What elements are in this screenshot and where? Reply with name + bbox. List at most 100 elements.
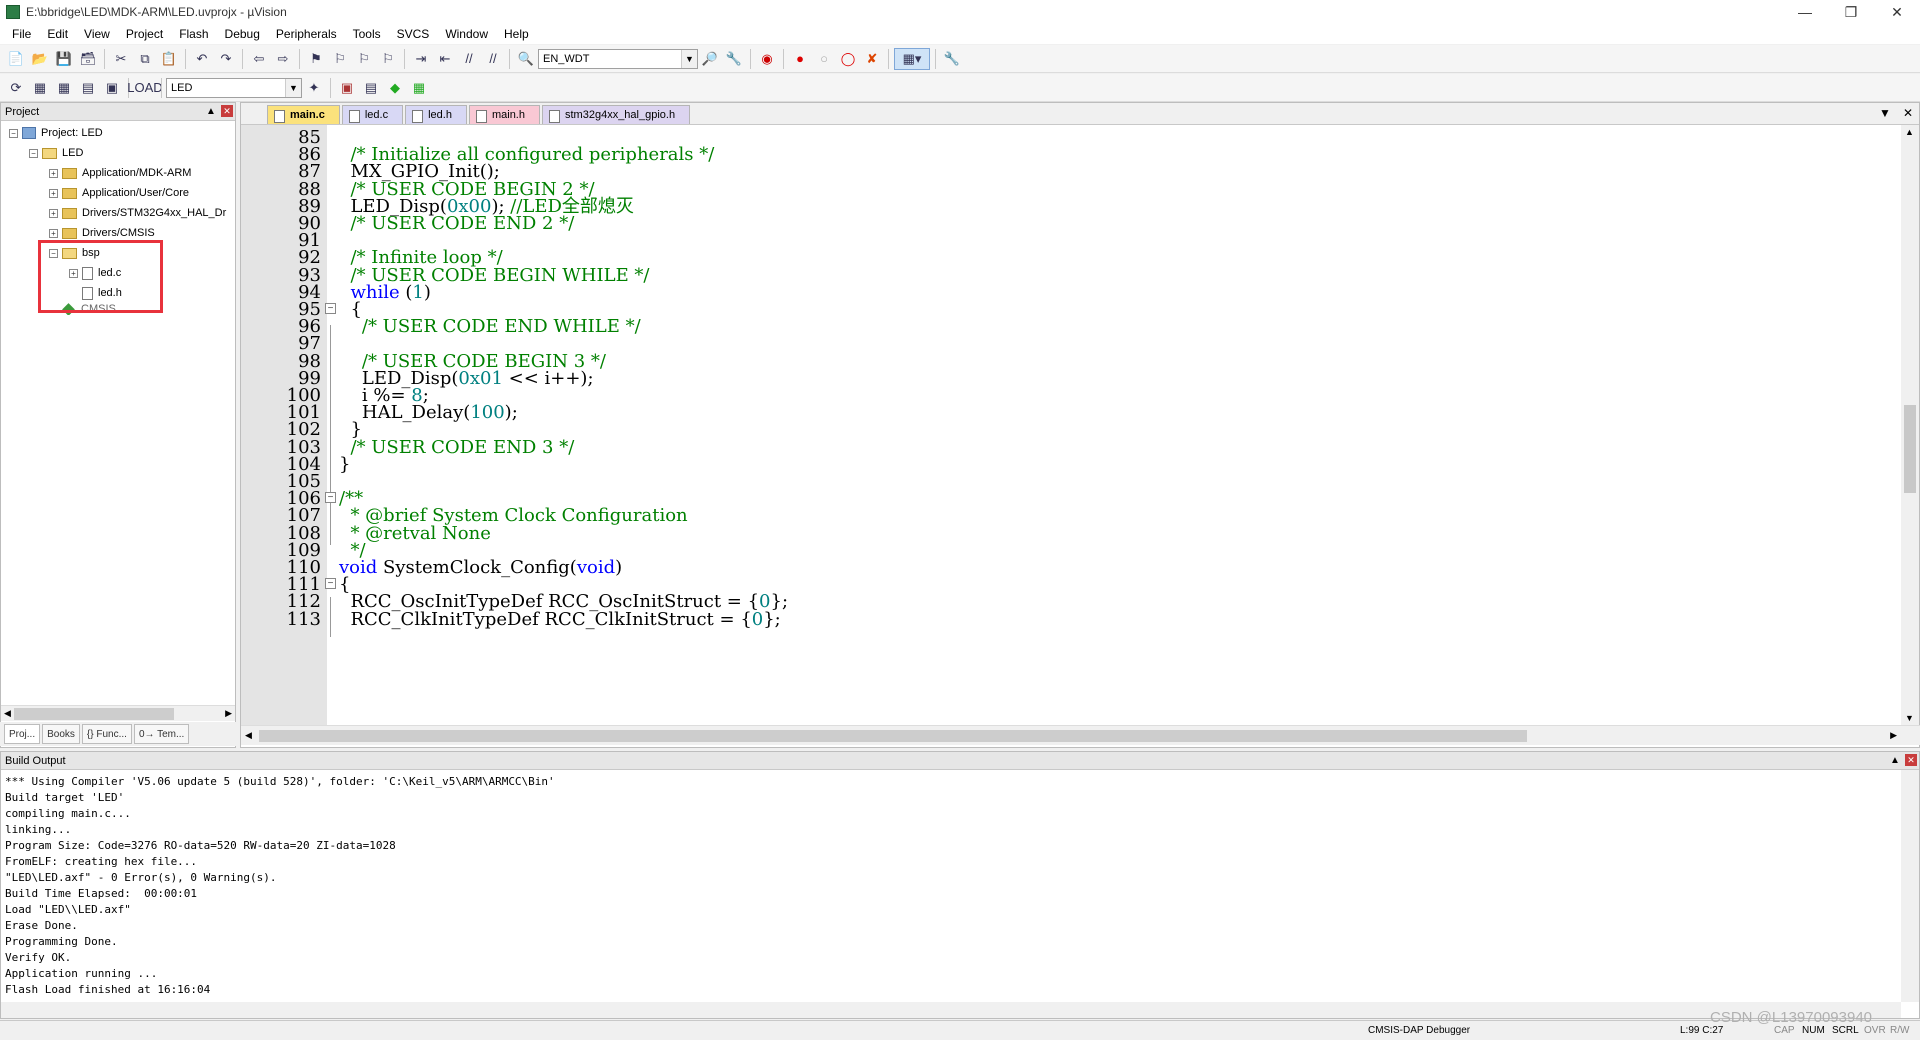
scroll-thumb[interactable] — [1904, 405, 1916, 493]
tab-functions[interactable]: {} Func... — [81, 724, 132, 744]
manage-project-items-icon[interactable]: ▣ — [336, 77, 358, 99]
editor-hscrollbar[interactable]: ◀ ▶ — [241, 725, 1920, 745]
menu-tools[interactable]: Tools — [345, 27, 389, 41]
scroll-thumb[interactable] — [13, 707, 175, 720]
indent-icon[interactable]: ⇥ — [410, 48, 432, 70]
close-panel-icon[interactable]: ✕ — [221, 105, 233, 117]
bookmark-clear-icon[interactable]: ⚐ — [377, 48, 399, 70]
bookmark-next-icon[interactable]: ⚐ — [353, 48, 375, 70]
cut-icon[interactable]: ✂ — [110, 48, 132, 70]
navigate-forward-icon[interactable]: ⇨ — [272, 48, 294, 70]
code-area[interactable]: 85 86 /* Initialize all configured periph… — [241, 125, 1901, 725]
tab-project[interactable]: Proj... — [4, 724, 41, 744]
project-hscrollbar[interactable]: ◀ ▶ — [1, 705, 235, 721]
tab-main-h[interactable]: main.h — [468, 105, 540, 124]
batch-build-icon[interactable]: ▤ — [77, 77, 99, 99]
find-in-files-icon[interactable]: 🔍 — [515, 48, 537, 70]
navigate-back-icon[interactable]: ⇦ — [248, 48, 270, 70]
build-icon[interactable]: ▦ — [29, 77, 51, 99]
rebuild-icon[interactable]: ▦ — [53, 77, 75, 99]
menu-debug[interactable]: Debug — [217, 27, 268, 41]
download-icon[interactable]: LOAD — [127, 77, 162, 99]
close-tab-icon[interactable]: ✕ — [1903, 106, 1913, 120]
editor-vscrollbar[interactable]: ▲ ▼ — [1901, 125, 1919, 725]
menu-help[interactable]: Help — [496, 27, 537, 41]
tree-node-project[interactable]: − Project: LED — [1, 123, 235, 143]
target-select[interactable]: LED ▼ — [166, 77, 302, 98]
build-output-hscrollbar[interactable] — [1, 1002, 1901, 1018]
scroll-left-icon[interactable]: ◀ — [1, 708, 14, 719]
pin-icon[interactable]: ▲ — [205, 105, 217, 117]
undo-icon[interactable]: ↶ — [191, 48, 213, 70]
collapse-icon[interactable]: − — [29, 148, 38, 158]
chevron-down-icon[interactable]: ▼ — [681, 49, 697, 68]
expand-icon[interactable]: + — [49, 168, 58, 178]
fold-toggle-icon[interactable]: − — [325, 492, 336, 504]
menu-flash[interactable]: Flash — [171, 27, 216, 41]
expand-icon[interactable]: + — [49, 228, 58, 238]
breakpoint-kill-all-icon[interactable]: ✘ — [861, 48, 883, 70]
redo-icon[interactable]: ↷ — [215, 48, 237, 70]
uncomment-icon[interactable]: // — [482, 48, 504, 70]
tree-node-group[interactable]: + Drivers/STM32G4xx_HAL_Dr — [1, 203, 235, 223]
tab-main-c[interactable]: main.c — [267, 105, 340, 124]
tree-node-group[interactable]: + Application/MDK-ARM — [1, 163, 235, 183]
minimize-button[interactable]: — — [1782, 0, 1828, 24]
tab-books[interactable]: Books — [42, 724, 80, 744]
fold-toggle-icon[interactable]: − — [325, 578, 336, 590]
target-options-icon[interactable]: ✦ — [303, 77, 325, 99]
close-panel-icon[interactable]: ✕ — [1905, 754, 1917, 766]
file-extensions-icon[interactable]: ▤ — [360, 77, 382, 99]
tab-stm32g4xx-hal-gpio-h[interactable]: stm32g4xx_hal_gpio.h — [542, 105, 691, 124]
build-output-vscrollbar[interactable] — [1901, 770, 1919, 1002]
paste-icon[interactable]: 📋 — [158, 48, 180, 70]
code-line[interactable]: 113 RCC_ClkInitTypeDef RCC_ClkInitStruct… — [241, 609, 1901, 630]
debug-session-icon[interactable]: ◉ — [756, 48, 778, 70]
unindent-icon[interactable]: ⇤ — [434, 48, 456, 70]
save-icon[interactable]: 💾 — [53, 48, 75, 70]
menu-window[interactable]: Window — [437, 27, 496, 41]
scroll-right-icon[interactable]: ▶ — [222, 708, 235, 719]
copy-icon[interactable]: ⧉ — [134, 48, 156, 70]
scroll-right-icon[interactable]: ▶ — [1890, 730, 1897, 741]
fold-toggle-icon[interactable]: − — [325, 303, 336, 314]
tab-list-icon[interactable]: ▼ — [1879, 106, 1891, 120]
save-all-icon[interactable]: 🗃 — [77, 48, 99, 70]
breakpoint-disable-all-icon[interactable]: ◯ — [837, 48, 859, 70]
find-combo[interactable]: EN_WDT ▼ — [538, 48, 698, 69]
tree-node-group[interactable]: + Application/User/Core — [1, 183, 235, 203]
open-file-icon[interactable]: 📂 — [29, 48, 51, 70]
select-software-packs-icon[interactable]: ▦ — [408, 77, 430, 99]
tree-node-target[interactable]: − LED — [1, 143, 235, 163]
close-window-button[interactable]: ✕ — [1874, 0, 1920, 24]
build-output-text[interactable]: *** Using Compiler 'V5.06 update 5 (buil… — [5, 774, 555, 998]
expand-icon[interactable]: + — [49, 188, 58, 198]
restore-button[interactable]: ❐ — [1828, 0, 1874, 24]
bookmark-toggle-icon[interactable]: ⚑ — [305, 48, 327, 70]
pin-icon[interactable]: ▲ — [1889, 754, 1901, 766]
menu-file[interactable]: File — [4, 27, 39, 41]
manage-rte-icon[interactable]: ◆ — [384, 77, 406, 99]
find-icon[interactable]: 🔎 — [699, 48, 721, 70]
tab-led-h[interactable]: led.h — [405, 105, 467, 124]
menu-project[interactable]: Project — [118, 27, 171, 41]
chevron-down-icon[interactable]: ▼ — [285, 78, 301, 97]
scroll-down-icon[interactable]: ▼ — [1905, 713, 1914, 723]
menu-peripherals[interactable]: Peripherals — [268, 27, 345, 41]
expand-icon[interactable]: + — [49, 208, 58, 218]
configure-icon[interactable]: 🔧 — [941, 48, 963, 70]
menu-view[interactable]: View — [76, 27, 118, 41]
collapse-icon[interactable]: − — [9, 128, 18, 138]
scroll-left-icon[interactable]: ◀ — [245, 730, 252, 741]
breakpoint-enable-icon[interactable]: ○ — [813, 48, 835, 70]
breakpoint-insert-icon[interactable]: ● — [789, 48, 811, 70]
incremental-find-icon[interactable]: 🔧 — [723, 48, 745, 70]
scroll-up-icon[interactable]: ▲ — [1905, 127, 1914, 137]
menu-edit[interactable]: Edit — [39, 27, 76, 41]
new-file-icon[interactable]: 📄 — [5, 48, 27, 70]
bookmark-prev-icon[interactable]: ⚐ — [329, 48, 351, 70]
window-layout-icon[interactable]: ▦▾ — [894, 47, 930, 70]
tab-templates[interactable]: 0→ Tem... — [133, 724, 190, 744]
tab-led-c[interactable]: led.c — [341, 105, 404, 124]
translate-icon[interactable]: ⟳ — [5, 77, 27, 99]
